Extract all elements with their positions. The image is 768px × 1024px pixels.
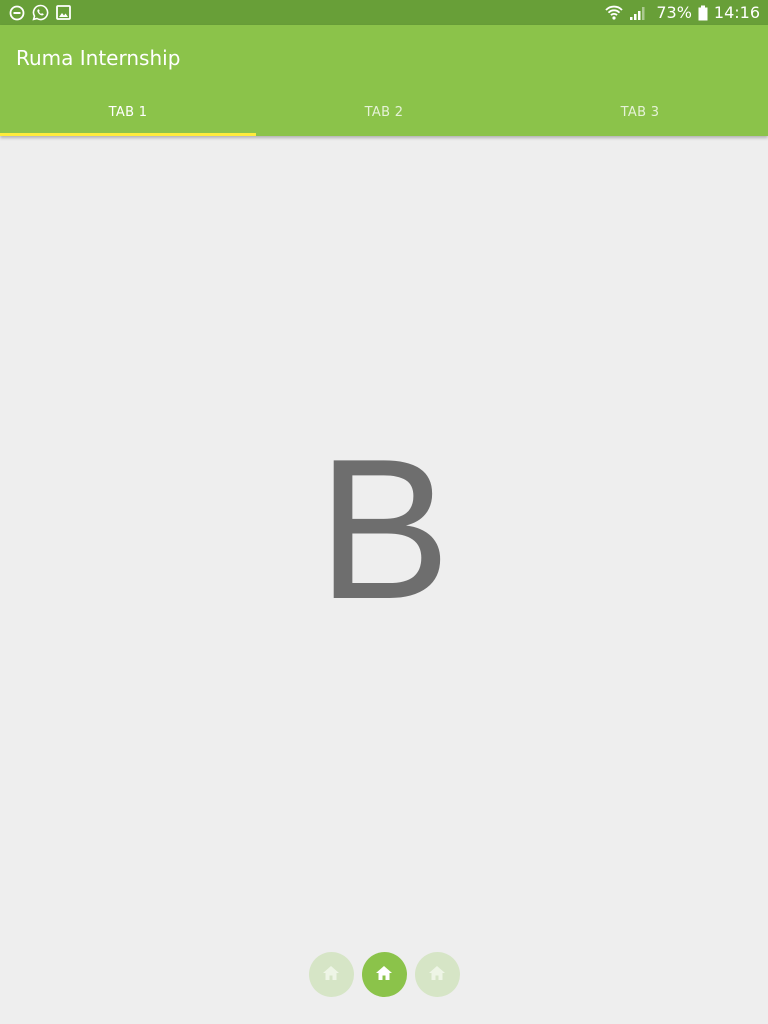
battery-icon: [698, 5, 708, 21]
home-icon: [322, 965, 340, 985]
home-icon: [375, 965, 393, 985]
app-bar: Ruma Internship TAB 1 TAB 2 TAB 3: [0, 25, 768, 136]
whatsapp-icon: [32, 4, 49, 21]
battery-percent: 73%: [656, 3, 692, 22]
home-icon: [428, 965, 446, 985]
tab-2-label: TAB 2: [364, 104, 404, 120]
content-letter: B: [317, 418, 451, 641]
tab-1-label: TAB 1: [108, 104, 148, 120]
page-dot-1[interactable]: [308, 952, 354, 997]
page-dot-2[interactable]: [361, 952, 407, 997]
system-status: 73% 14:16: [605, 0, 760, 25]
page-dot-3[interactable]: [414, 952, 460, 997]
tab-3[interactable]: TAB 3: [512, 88, 768, 136]
notification-icons: [9, 4, 71, 21]
tab-2[interactable]: TAB 2: [256, 88, 512, 136]
tab-3-label: TAB 3: [620, 104, 660, 120]
status-bar: 73% 14:16: [0, 0, 768, 25]
gallery-icon: [56, 5, 71, 20]
tab-bar: TAB 1 TAB 2 TAB 3: [0, 88, 768, 136]
tab-indicator: [0, 133, 256, 136]
app-title: Ruma Internship: [16, 46, 181, 70]
do-not-disturb-icon: [9, 5, 25, 21]
clock: 14:16: [713, 3, 760, 22]
wifi-icon: [605, 4, 623, 21]
page-indicator: [0, 952, 768, 998]
signal-icon: [629, 5, 647, 21]
tab-1[interactable]: TAB 1: [0, 88, 256, 136]
